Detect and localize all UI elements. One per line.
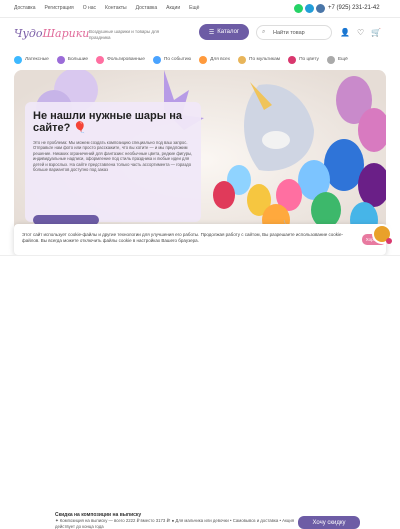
vk-icon[interactable] (316, 4, 325, 13)
top-nav-item[interactable]: О нас (83, 5, 96, 11)
promo-title: Не нашли нужные шары на сайте? 🎈 (33, 110, 182, 134)
logo-part: Шарики (42, 27, 90, 40)
bundle-promo: Скидка на композиции на выписку ✦ Композ… (55, 512, 295, 529)
top-nav-item[interactable]: Акции (166, 5, 180, 11)
category-item[interactable]: Ещё (326, 55, 348, 64)
promo-card: Не нашли нужные шары на сайте? 🎈 Это не … (25, 102, 201, 225)
social-links (294, 4, 325, 13)
category-item[interactable]: Большие (56, 55, 89, 64)
category-icon (14, 55, 22, 64)
logo-part: Чудо (14, 27, 43, 40)
category-label: По цвету (299, 57, 319, 62)
top-nav-item[interactable]: Доставка (136, 5, 157, 11)
category-icon (199, 55, 208, 64)
catalog-label: Каталог (217, 29, 240, 35)
bundle-line: ✦ Композиция на выписку — всего 2222 ₽ в… (55, 518, 295, 529)
want-discount-button[interactable]: Хочу скидку (298, 516, 360, 529)
category-icon (326, 55, 335, 64)
top-bar: Доставка Регистрация О нас Контакты Дост… (0, 0, 400, 18)
catalog-button[interactable]: ☰ Каталог (199, 24, 249, 40)
top-nav-item[interactable]: Доставка (14, 5, 35, 11)
top-nav: Доставка Регистрация О нас Контакты Дост… (14, 5, 199, 11)
whatsapp-icon[interactable] (294, 4, 303, 13)
top-nav-item[interactable]: Контакты (105, 5, 127, 11)
category-item[interactable]: По цвету (288, 55, 319, 64)
category-item[interactable]: Фольгированные (96, 55, 145, 64)
category-icon (288, 55, 297, 64)
category-label: Фольгированные (107, 57, 145, 62)
category-icon (96, 55, 105, 64)
category-item[interactable]: Для всех (199, 55, 231, 64)
category-label: По мультикам (249, 57, 281, 62)
category-bar: Латексные Большие Фольгированные По собы… (0, 52, 400, 67)
menu-icon: ☰ (208, 29, 215, 36)
cookie-banner: Этот сайт использует cookie-файлы и друг… (14, 224, 386, 255)
search-text: Найти товар (273, 30, 305, 36)
tagline: Воздушные шарики и товары для праздника (89, 29, 160, 40)
category-label: Большие (67, 57, 89, 62)
category-item[interactable]: Латексные (14, 55, 49, 64)
category-icon (238, 55, 247, 64)
promo-text: Это не проблема: Мы можем создать композ… (33, 140, 193, 173)
category-icon (152, 55, 161, 64)
category-icon (56, 55, 65, 64)
telegram-icon[interactable] (305, 4, 314, 13)
bottom-bar: Скидка на композиции на выписку ✦ Композ… (0, 255, 400, 529)
search-icon: ⌕ (262, 29, 266, 35)
top-nav-item[interactable]: Регистрация (44, 5, 73, 11)
notification-badge (386, 238, 392, 244)
category-item[interactable]: По событию (152, 55, 192, 64)
logo[interactable]: ЧудоШарики (14, 27, 89, 40)
user-icon[interactable]: 👤 (340, 28, 350, 37)
category-label: Для всех (210, 57, 231, 62)
category-label: По событию (163, 57, 192, 62)
search-input[interactable]: ⌕ Найти товар (256, 25, 332, 40)
cart-icon[interactable]: 🛒 (371, 28, 381, 37)
heart-icon[interactable]: ♡ (357, 28, 364, 37)
top-nav-item[interactable]: Ещё (189, 5, 199, 11)
cookie-text: Этот сайт использует cookie-файлы и друг… (22, 232, 344, 243)
phone-number[interactable]: +7 (925) 231-21-42 (328, 5, 380, 11)
category-label: Ещё (337, 57, 348, 62)
header-icons: 👤 ♡ 🛒 (340, 28, 381, 37)
category-item[interactable]: По мультикам (238, 55, 281, 64)
category-label: Латексные (25, 57, 49, 62)
